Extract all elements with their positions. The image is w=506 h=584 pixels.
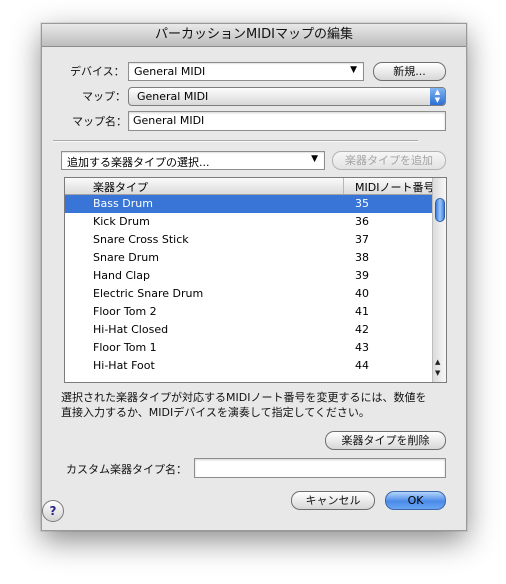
map-label: マップ：	[82, 90, 126, 103]
row-instrument: Hi-Hat Foot	[93, 359, 155, 372]
row-instrument: Kick Drum	[93, 215, 150, 228]
custom-instrument-field[interactable]	[194, 458, 446, 478]
device-select-value: General MIDI	[134, 65, 206, 78]
row-note: 40	[355, 287, 369, 300]
table-row[interactable]: Floor Tom 1 43	[65, 339, 432, 357]
row-note: 44	[355, 359, 369, 372]
map-popup-value: General MIDI	[137, 90, 209, 103]
scrollbar-thumb[interactable]	[435, 198, 445, 222]
row-instrument: Floor Tom 2	[93, 305, 157, 318]
device-label: デバイス：	[70, 65, 125, 78]
row-instrument: Snare Drum	[93, 251, 159, 264]
row-instrument: Snare Cross Stick	[93, 233, 189, 246]
table-row[interactable]: Snare Drum 38	[65, 249, 432, 267]
instrument-type-select[interactable]: 追加する楽器タイプの選択... ▼	[61, 151, 325, 170]
row-note: 35	[355, 197, 369, 210]
ok-button[interactable]: OK	[385, 491, 446, 510]
table-row[interactable]: Hi-Hat Foot 44	[65, 357, 432, 375]
scroll-down-arrow-icon[interactable]: ▼	[435, 369, 440, 377]
table-row[interactable]: Hi-Hat Closed 42	[65, 321, 432, 339]
instrument-type-select-value: 追加する楽器タイプの選択...	[67, 156, 210, 169]
row-note: 42	[355, 323, 369, 336]
scroll-up-arrow-icon[interactable]: ▲	[435, 358, 440, 366]
column-header-midi-note[interactable]: MIDIノート番号	[355, 179, 434, 195]
delete-instrument-button[interactable]: 楽器タイプを削除	[325, 431, 446, 450]
custom-instrument-label: カスタム楽器タイプ名：	[66, 463, 187, 476]
table-row[interactable]: Floor Tom 2 41	[65, 303, 432, 321]
mapname-field[interactable]: General MIDI	[128, 111, 446, 131]
table-row[interactable]: Hand Clap 39	[65, 267, 432, 285]
edit-percussion-map-dialog: パーカッションMIDIマップの編集 デバイス： General MIDI ▼ 新…	[41, 23, 467, 531]
column-divider	[343, 178, 344, 194]
instrument-table: 楽器タイプ MIDIノート番号 Bass Drum 35 Kick Drum 3…	[64, 177, 447, 383]
instructions-text: 選択された楽器タイプが対応するMIDIノート番号を変更するには、数値を 直接入力…	[61, 390, 451, 420]
table-row[interactable]: Bass Drum 35	[65, 195, 432, 213]
table-header: 楽器タイプ MIDIノート番号	[65, 178, 434, 195]
help-icon[interactable]: ?	[42, 500, 64, 522]
row-note: 39	[355, 269, 369, 282]
mapname-label: マップ名：	[72, 115, 127, 128]
row-instrument: Hand Clap	[93, 269, 150, 282]
row-instrument: Hi-Hat Closed	[93, 323, 169, 336]
vertical-scrollbar[interactable]: ▲ ▼	[432, 178, 446, 382]
row-instrument: Bass Drum	[93, 197, 153, 210]
cancel-button[interactable]: キャンセル	[291, 491, 375, 510]
row-note: 41	[355, 305, 369, 318]
row-note: 38	[355, 251, 369, 264]
chevron-down-icon: ▼	[311, 154, 318, 164]
new-device-button[interactable]: 新規...	[373, 62, 446, 81]
column-header-instrument[interactable]: 楽器タイプ	[93, 179, 148, 195]
table-row[interactable]: Snare Cross Stick 37	[65, 231, 432, 249]
row-note: 43	[355, 341, 369, 354]
map-popup[interactable]: General MIDI ▲ ▼	[128, 87, 446, 106]
dialog-title: パーカッションMIDIマップの編集	[42, 24, 466, 47]
mapname-field-value: General MIDI	[133, 114, 205, 127]
separator	[53, 140, 418, 142]
add-instrument-button[interactable]: 楽器タイプを追加	[332, 151, 446, 170]
row-instrument: Electric Snare Drum	[93, 287, 204, 300]
row-instrument: Floor Tom 1	[93, 341, 157, 354]
row-note: 36	[355, 215, 369, 228]
updown-arrows-icon: ▲ ▼	[430, 88, 445, 105]
chevron-down-icon: ▼	[350, 65, 357, 75]
device-select[interactable]: General MIDI ▼	[128, 62, 364, 81]
table-row[interactable]: Electric Snare Drum 40	[65, 285, 432, 303]
instructions-line-1: 選択された楽器タイプが対応するMIDIノート番号を変更するには、数値を	[61, 391, 427, 404]
row-note: 37	[355, 233, 369, 246]
instructions-line-2: 直接入力するか、MIDIデバイスを演奏して指定してください。	[61, 406, 370, 419]
table-row[interactable]: Kick Drum 36	[65, 213, 432, 231]
